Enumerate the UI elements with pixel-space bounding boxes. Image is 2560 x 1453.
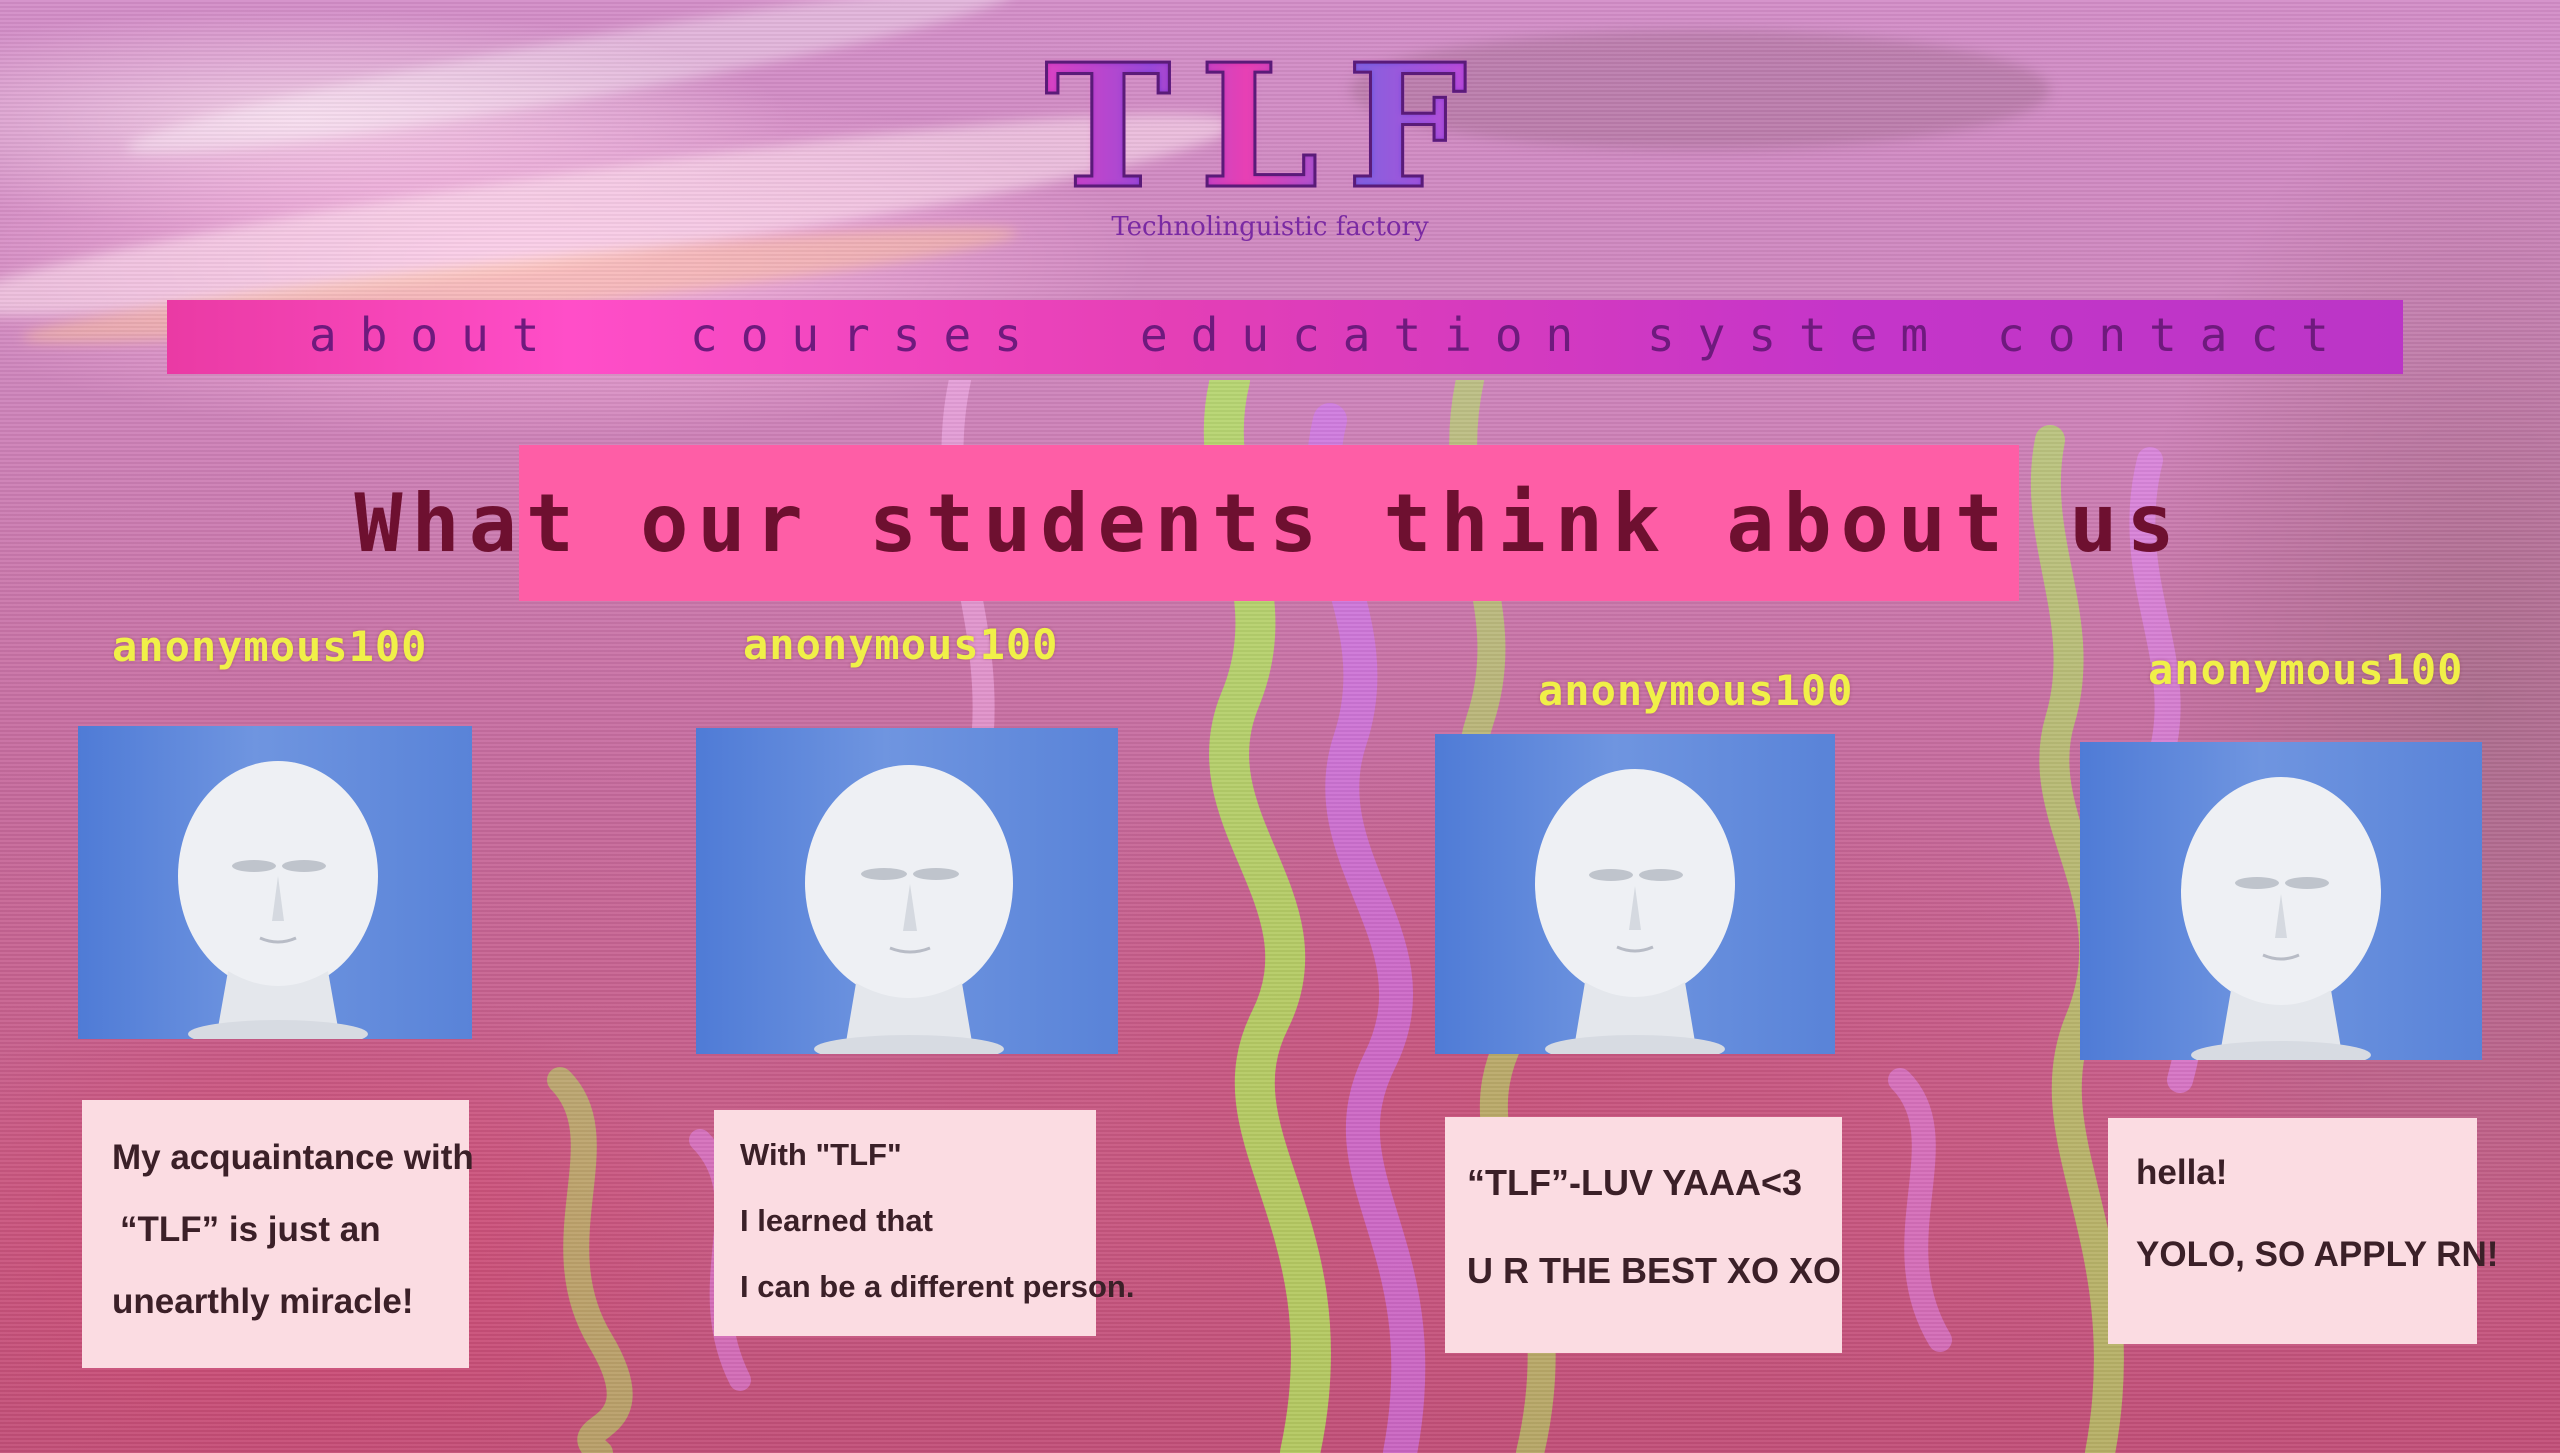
logo-mark: TLF <box>1030 41 1510 214</box>
quote-line: With "TLF" <box>740 1137 902 1172</box>
testimonial-quote: My acquaintance with “TLF” is just an un… <box>82 1100 474 1368</box>
quote-line: “TLF”-LUV YAAA<3 <box>1467 1162 1803 1203</box>
quote-line: unearthly miracle! <box>112 1282 414 1321</box>
quote-line: My acquaintance with <box>112 1138 474 1177</box>
testimonial-quote: “TLF”-LUV YAAA<3 U R THE BEST XO XO <box>1445 1117 1842 1353</box>
quote-line: I learned that <box>740 1203 933 1238</box>
quote-line: hella! <box>2136 1153 2228 1192</box>
nav-item-about[interactable]: about <box>309 308 562 362</box>
site-logo[interactable]: TLF Technolinguistic factory <box>1030 41 1510 260</box>
testimonials-banner: What our students think about us <box>354 445 2175 601</box>
quote-line: “TLF” is just an <box>120 1210 381 1249</box>
quote-line: I can be a different person. <box>740 1269 1135 1304</box>
quote-line: U R THE BEST XO XO <box>1467 1250 1842 1291</box>
page-title: What our students think about us <box>354 476 2184 570</box>
mannequin-head-icon <box>696 728 1118 1054</box>
nav-item-contact[interactable]: contact <box>1997 308 2352 362</box>
main-nav: about courses education system contact <box>167 300 2403 374</box>
mannequin-head-icon <box>2080 742 2482 1060</box>
testimonial-username: anonymous100 <box>743 620 1059 669</box>
testimonial-quote: hella! YOLO, SO APPLY RN! <box>2108 1118 2499 1344</box>
testimonial-quote: With "TLF" I learned that I can be a dif… <box>714 1110 1135 1336</box>
testimonial-username: anonymous100 <box>2148 645 2464 694</box>
nav-item-education-system[interactable]: education system <box>1140 308 1951 362</box>
mannequin-head-icon <box>78 726 472 1039</box>
quote-line: YOLO, SO APPLY RN! <box>2136 1235 2499 1274</box>
nav-item-courses[interactable]: courses <box>690 308 1045 362</box>
mannequin-head-icon <box>1435 734 1835 1054</box>
testimonial-username: anonymous100 <box>112 622 428 671</box>
testimonial-username: anonymous100 <box>1538 666 1854 715</box>
